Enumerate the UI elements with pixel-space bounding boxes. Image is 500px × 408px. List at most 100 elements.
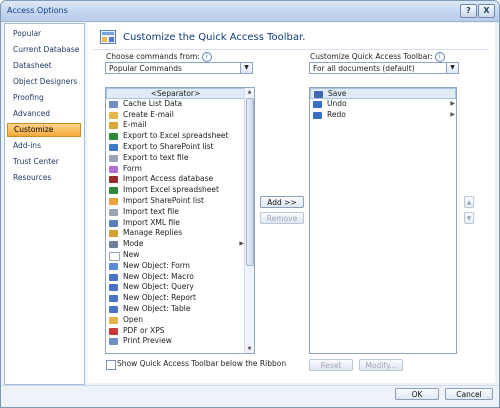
command-label: E-mail bbox=[123, 120, 147, 130]
command-list-item[interactable]: Export to Excel spreadsheet bbox=[106, 131, 245, 142]
redo-icon bbox=[313, 111, 322, 119]
command-list-item[interactable]: Export to SharePoint list bbox=[106, 142, 245, 153]
scrollbar-thumb[interactable] bbox=[246, 98, 254, 266]
scroll-down-icon[interactable]: ▼ bbox=[245, 345, 254, 353]
page-title: Customize the Quick Access Toolbar. bbox=[123, 32, 306, 43]
command-label: New bbox=[123, 250, 140, 259]
command-label: Create E-mail bbox=[123, 109, 174, 119]
nav-item-current-database[interactable]: Current Database bbox=[7, 43, 81, 57]
nav-item-proofing[interactable]: Proofing bbox=[7, 91, 81, 105]
scroll-up-icon[interactable]: ▲ bbox=[245, 88, 254, 96]
show-below-ribbon-checkbox[interactable] bbox=[106, 360, 116, 370]
command-label: New Object: Table bbox=[123, 304, 191, 313]
command-list-item[interactable]: Create E-mail bbox=[106, 110, 245, 121]
reset-button[interactable]: Reset bbox=[309, 359, 353, 371]
command-list-item[interactable]: Manage Replies bbox=[106, 228, 245, 239]
command-label: Mode bbox=[123, 239, 144, 249]
nav-item-customize[interactable]: Customize bbox=[7, 123, 81, 137]
command-label: New Object: Query bbox=[123, 282, 194, 292]
command-list-item[interactable]: E-mail bbox=[106, 120, 245, 131]
manage-replies-icon bbox=[109, 230, 118, 238]
command-list-item[interactable]: New Object: Report bbox=[106, 293, 245, 304]
command-label: Import XML file bbox=[123, 217, 180, 227]
quick-access-toolbar-icon bbox=[100, 30, 116, 44]
submenu-arrow-icon: ▶ bbox=[450, 110, 455, 118]
command-list-item[interactable]: Import Access database bbox=[106, 174, 245, 185]
add-button[interactable]: Add >> bbox=[260, 196, 304, 208]
customize-qat-dropdown[interactable]: For all documents (default) ▼ bbox=[309, 62, 459, 74]
command-list-item[interactable]: Import text file bbox=[106, 207, 245, 218]
print-preview-icon bbox=[109, 338, 118, 346]
move-down-button[interactable]: ▼ bbox=[464, 212, 474, 224]
toolbar-list-item[interactable]: Save bbox=[310, 88, 456, 99]
commands-listbox[interactable]: Print Preview PDF or XPS Open New Object: T… bbox=[105, 87, 255, 354]
command-list-item[interactable]: New Object: Query bbox=[106, 282, 245, 293]
remove-button[interactable]: Remove bbox=[260, 212, 304, 224]
chevron-down-icon[interactable]: ▼ bbox=[446, 63, 458, 73]
modify-button[interactable]: Modify... bbox=[359, 359, 403, 371]
new-icon bbox=[109, 252, 120, 261]
choose-commands-dropdown[interactable]: Popular Commands ▼ bbox=[105, 62, 253, 74]
command-label: PDF or XPS bbox=[123, 325, 165, 335]
toolbar-list-item[interactable]: Undo ▶ bbox=[310, 99, 456, 110]
undo-icon bbox=[313, 100, 322, 108]
toolbar-list-item[interactable]: Redo ▶ bbox=[310, 110, 456, 121]
choose-commands-value: Popular Commands bbox=[109, 64, 182, 73]
customize-qat-label-text: Customize Quick Access Toolbar: bbox=[310, 52, 433, 61]
command-list-item[interactable]: Import XML file bbox=[106, 218, 245, 229]
info-icon: i bbox=[434, 52, 445, 62]
nav-item-advanced[interactable]: Advanced bbox=[7, 107, 81, 121]
move-up-button[interactable]: ▲ bbox=[464, 196, 474, 208]
command-list-item[interactable]: Cache List Data bbox=[106, 99, 245, 110]
help-button[interactable]: ? bbox=[460, 4, 477, 18]
command-list-item[interactable]: Form bbox=[106, 164, 245, 175]
info-icon: i bbox=[201, 52, 212, 62]
nav-item-popular[interactable]: Popular bbox=[7, 27, 81, 41]
customize-qat-value: For all documents (default) bbox=[313, 64, 415, 73]
customize-qat-label: Customize Quick Access Toolbar: i bbox=[310, 52, 445, 62]
command-list-item[interactable]: Import SharePoint list bbox=[106, 196, 245, 207]
command-label: <Separator> bbox=[150, 89, 201, 98]
nav-item-object-designers[interactable]: Object Designers bbox=[7, 75, 81, 89]
nav-item-add-ins[interactable]: Add-ins bbox=[7, 139, 81, 153]
toolbar-item-label: Save bbox=[328, 89, 347, 98]
nav-item-trust-center[interactable]: Trust Center bbox=[7, 155, 81, 169]
excel-icon bbox=[109, 133, 118, 141]
command-list-item[interactable]: New Object: Form bbox=[106, 261, 245, 272]
header-divider bbox=[93, 49, 489, 50]
email-icon bbox=[109, 122, 118, 130]
command-list-item[interactable]: Import Excel spreadsheet bbox=[106, 185, 245, 196]
command-list-item[interactable]: Mode ▶ bbox=[106, 239, 245, 250]
commands-scrollbar[interactable]: ▲ ▼ bbox=[244, 88, 254, 353]
customize-panel: Customize the Quick Access Toolbar. Choo… bbox=[87, 23, 495, 383]
new-table-icon bbox=[109, 306, 118, 313]
save-icon bbox=[314, 91, 323, 98]
command-list-item[interactable]: Export to text file bbox=[106, 153, 245, 164]
command-label: New Object: Form bbox=[123, 260, 190, 270]
command-label: Print Preview bbox=[123, 336, 172, 346]
command-list-item[interactable]: PDF or XPS bbox=[106, 326, 245, 337]
footer-divider bbox=[1, 385, 499, 386]
mode-icon bbox=[109, 241, 118, 249]
window-title: Access Options bbox=[7, 6, 68, 15]
nav-item-resources[interactable]: Resources bbox=[7, 171, 81, 185]
command-list-item[interactable]: Print Preview bbox=[106, 336, 245, 347]
text-import-icon bbox=[109, 208, 118, 216]
command-list-item[interactable]: <Separator> bbox=[106, 88, 245, 99]
chevron-down-icon[interactable]: ▼ bbox=[240, 63, 252, 73]
choose-commands-label: Choose commands from: i bbox=[106, 52, 212, 62]
command-label: Import SharePoint list bbox=[123, 196, 204, 205]
ok-button[interactable]: OK bbox=[395, 388, 439, 400]
close-button[interactable]: X bbox=[478, 4, 495, 18]
command-list-item[interactable]: New bbox=[106, 250, 245, 261]
command-list-item[interactable]: Open bbox=[106, 315, 245, 326]
nav-item-datasheet[interactable]: Datasheet bbox=[7, 59, 81, 73]
command-list-item[interactable]: New Object: Macro bbox=[106, 272, 245, 283]
quick-access-toolbar-listbox[interactable]: Save Undo ▶ Redo ▶ bbox=[309, 87, 457, 354]
command-list-item[interactable]: New Object: Table bbox=[106, 304, 245, 315]
new-macro-icon bbox=[109, 273, 118, 281]
text-file-icon bbox=[109, 154, 118, 162]
command-label: Import Access database bbox=[123, 174, 214, 184]
command-label: Export to text file bbox=[123, 152, 189, 162]
cancel-button[interactable]: Cancel bbox=[445, 388, 493, 400]
